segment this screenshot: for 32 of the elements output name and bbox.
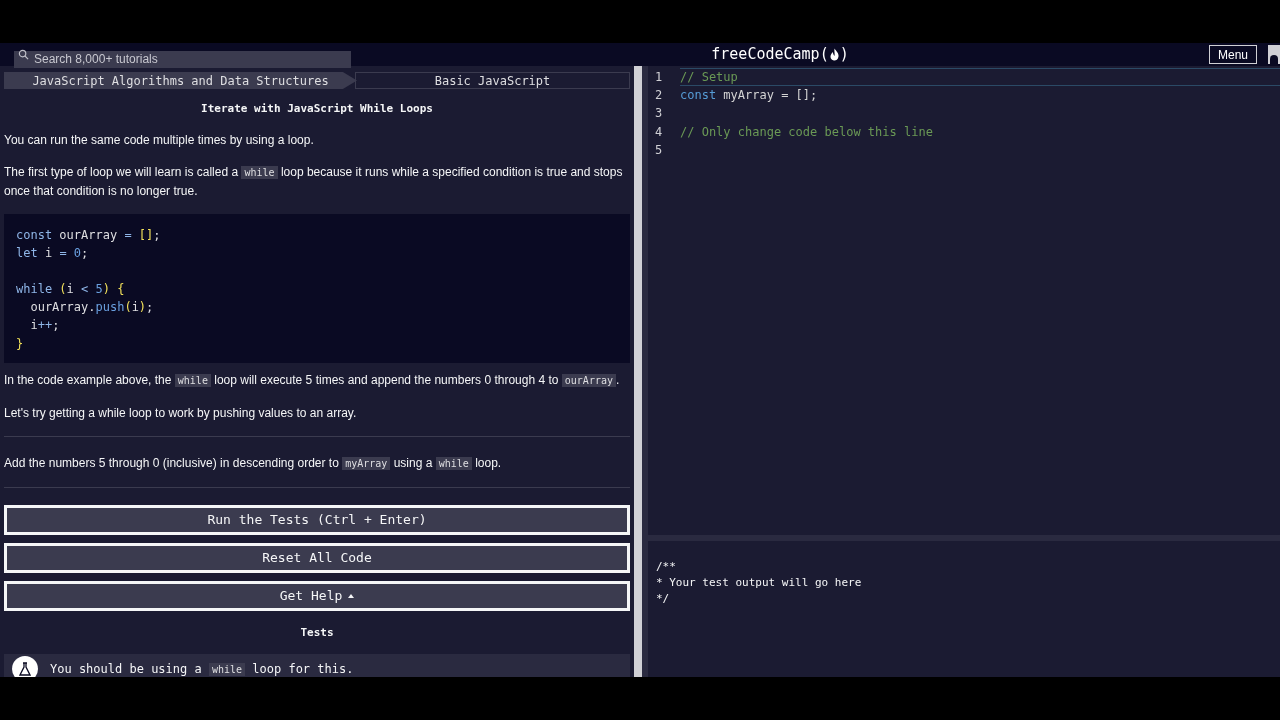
code-line: // Setup [680, 68, 1280, 87]
line-number: 1 [654, 69, 664, 87]
action-button[interactable]: Get Help [4, 580, 630, 611]
line-number: 5 [654, 141, 664, 159]
avatar-icon[interactable] [1268, 45, 1280, 64]
paragraph: In the code example above, the while loop will execute 5 times and append the numbers 0 through 4 to ourArray . [4, 371, 621, 389]
code-line: const myArray = []; [680, 87, 819, 105]
action-button[interactable]: Run the Tests (Ctrl + Enter) [4, 504, 630, 535]
breadcrumb-link[interactable]: JavaScript Algorithms and Data Structures [4, 72, 357, 89]
code-line: // Only change code below this line [680, 123, 934, 141]
paragraph: Add the numbers 5 through 0 (inclusive) in descending order to myArray using a while loop. [4, 454, 503, 472]
flask-icon [12, 656, 38, 677]
line-number: 2 [654, 87, 664, 105]
site-logo-text: ) [839, 44, 849, 66]
search-field[interactable]: Search 8,000+ tutorials [14, 50, 351, 68]
tests-heading: Tests [299, 624, 335, 641]
search-icon [18, 49, 29, 60]
lesson-title: Iterate with JavaScript While Loops [200, 101, 434, 117]
scrollbar[interactable] [634, 66, 642, 677]
flame-icon [828, 48, 840, 61]
paragraph: Let's try getting a while loop to work by pushing values to an array. [4, 404, 358, 422]
test-description: You should be using a while loop for this. [50, 661, 354, 677]
breadcrumb-link[interactable]: Basic JavaScript [355, 72, 630, 89]
paragraph: You can run the same code multiple times by using a loop. [4, 131, 315, 149]
caret-icon [348, 593, 355, 598]
code-block: const ourArray = []; let i = 0; while (i < 5) { ourArray.push(i); i++; } [4, 213, 630, 363]
paragraph: The first type of loop we will learn is called a while loop because it runs while a specified condition is true and stops once that condition is no longer true. [4, 163, 624, 200]
line-number: 4 [654, 123, 664, 141]
menu-button[interactable]: Menu [1208, 45, 1257, 64]
site-logo-text: freeCodeCamp( [711, 44, 829, 66]
line-number: 3 [654, 105, 664, 123]
action-button[interactable]: Reset All Code [4, 542, 630, 573]
